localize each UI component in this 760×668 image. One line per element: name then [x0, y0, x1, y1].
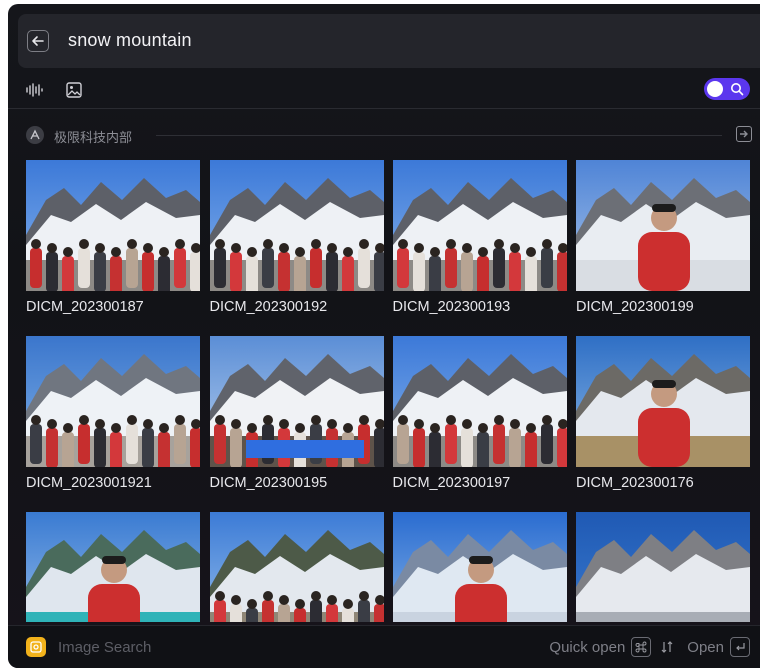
image-search-app-icon	[26, 637, 46, 657]
image-result-card[interactable]: DICM_202300195	[209, 336, 384, 496]
divider	[8, 108, 760, 109]
image-result-card[interactable]: DICM_202300192	[209, 160, 384, 320]
image-result-card[interactable]	[392, 512, 567, 622]
image-filename: DICM_202300199	[576, 299, 694, 315]
section-title: 极限科技内部	[54, 130, 133, 145]
image-thumbnail[interactable]	[26, 160, 200, 291]
open-section-icon[interactable]	[736, 126, 752, 142]
result-section-header: 极限科技内部	[26, 124, 752, 146]
section-divider	[156, 135, 722, 136]
ai-search-toggle[interactable]	[704, 78, 750, 100]
image-filename: DICM_2023001921	[26, 475, 152, 491]
image-thumbnail[interactable]	[576, 160, 750, 291]
quick-open-label[interactable]: Quick open	[549, 639, 625, 656]
footer-actions: Quick open Open	[549, 636, 750, 658]
image-thumbnail[interactable]	[392, 336, 567, 467]
image-thumbnail[interactable]	[209, 336, 384, 467]
image-thumbnail[interactable]	[392, 160, 567, 291]
image-result-card[interactable]: DICM_202300197	[392, 336, 567, 496]
image-filename: DICM_202300193	[392, 299, 511, 315]
image-filename: DICM_202300176	[576, 475, 694, 491]
image-thumbnail[interactable]	[209, 512, 384, 622]
search-toolbar	[18, 76, 760, 108]
image-thumbnail[interactable]	[26, 336, 200, 467]
image-icon[interactable]	[64, 80, 84, 100]
source-logo-icon	[26, 126, 44, 144]
footer-app-label: Image Search	[58, 639, 152, 656]
image-result-card[interactable]: DICM_202300176	[576, 336, 750, 496]
launcher-window: snow mountain 极限科技内部 DICM_202300187 DICM_…	[8, 4, 760, 668]
enter-key-icon	[730, 637, 750, 657]
image-filename: DICM_202300192	[209, 299, 328, 315]
image-result-card[interactable]	[26, 512, 200, 622]
toggle-knob	[707, 81, 723, 97]
image-thumbnail[interactable]	[392, 512, 567, 622]
open-label[interactable]: Open	[687, 639, 724, 656]
sort-icon	[657, 640, 677, 654]
image-thumbnail[interactable]	[576, 512, 750, 622]
image-thumbnail[interactable]	[576, 336, 750, 467]
image-filename: DICM_202300197	[392, 475, 511, 491]
image-result-card[interactable]: DICM_202300193	[392, 160, 567, 320]
back-button[interactable]	[27, 30, 49, 52]
image-result-card[interactable]: DICM_202300199	[576, 160, 750, 320]
image-thumbnail[interactable]	[26, 512, 200, 622]
search-query[interactable]: snow mountain	[68, 30, 192, 51]
command-key-icon	[631, 637, 652, 657]
search-bar[interactable]: snow mountain	[18, 14, 760, 68]
image-filename: DICM_202300195	[209, 475, 328, 491]
arrow-left-icon	[32, 36, 44, 46]
image-thumbnail[interactable]	[209, 160, 384, 291]
image-result-card[interactable]: DICM_202300187	[26, 160, 200, 320]
image-result-card[interactable]	[209, 512, 384, 622]
voice-wave-icon[interactable]	[24, 80, 44, 100]
footer-bar: Image Search Quick open Open	[8, 625, 760, 668]
image-result-card[interactable]	[576, 512, 750, 622]
image-result-card[interactable]: DICM_2023001921	[26, 336, 200, 496]
image-filename: DICM_202300187	[26, 299, 144, 315]
search-icon	[731, 83, 744, 96]
